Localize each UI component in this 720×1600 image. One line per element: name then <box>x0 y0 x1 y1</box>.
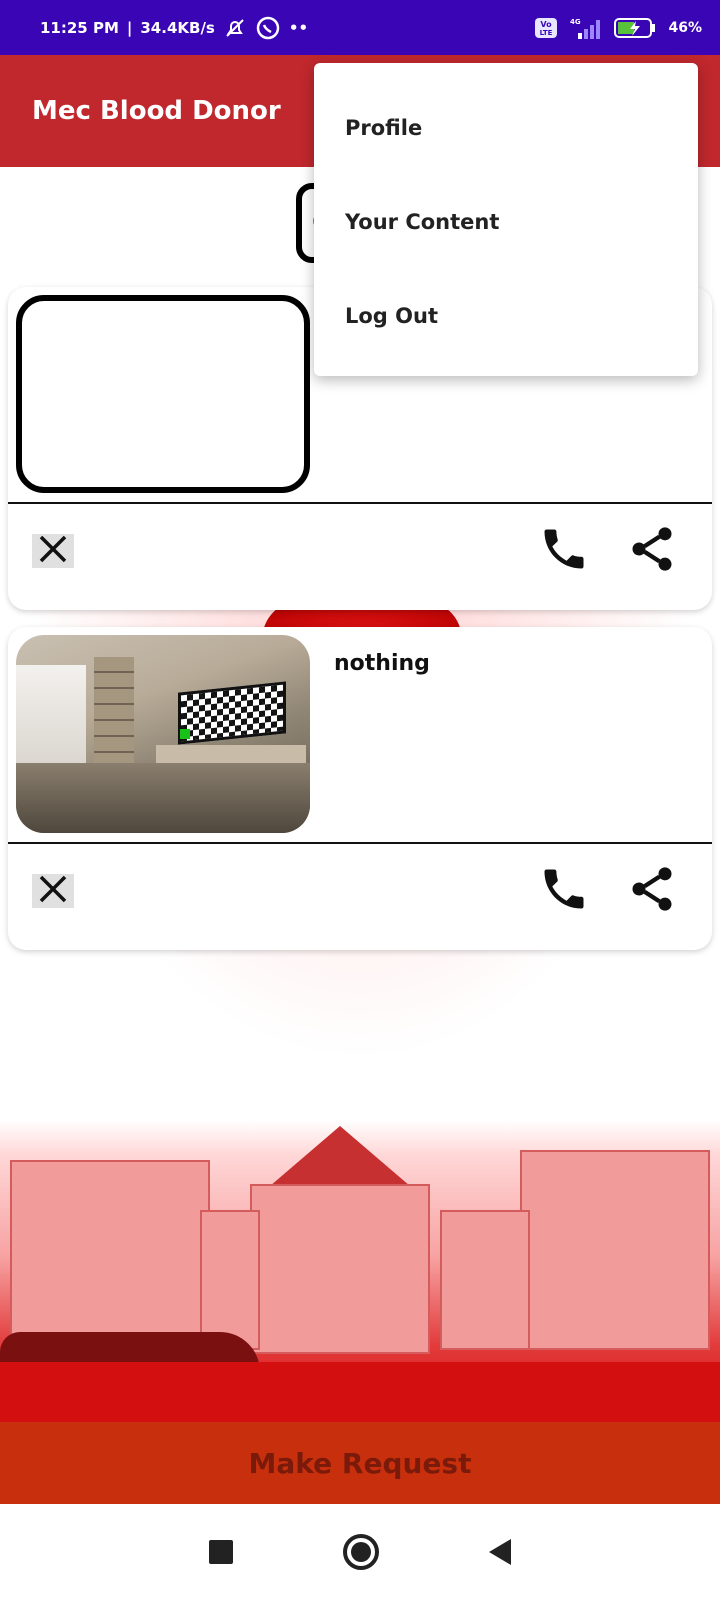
card-divider <box>8 842 712 844</box>
mute-bell-icon <box>223 16 247 40</box>
make-request-label: Make Request <box>248 1446 472 1480</box>
menu-item-label: Profile <box>345 116 423 140</box>
card-divider <box>8 502 712 504</box>
room-floor <box>16 763 310 833</box>
campus-left-wing <box>200 1210 260 1350</box>
room-window <box>16 665 86 775</box>
campus-center-building <box>250 1184 430 1354</box>
menu-item-log-out[interactable]: Log Out <box>314 269 698 363</box>
menu-item-label: Your Content <box>345 210 500 234</box>
card-description: nothing <box>334 651 430 676</box>
room-shelf <box>94 657 134 767</box>
campus-right-building <box>520 1150 710 1350</box>
share-icon <box>626 867 678 919</box>
status-speed: 34.4KB/s <box>140 18 215 37</box>
battery-icon <box>614 17 658 39</box>
menu-item-label: Log Out <box>345 304 438 328</box>
volte-icon: Vo LTE <box>534 17 558 39</box>
status-bar: 11:25 PM | 34.4KB/s •• Vo LTE 4G 46% <box>0 0 720 55</box>
home-icon[interactable] <box>343 1534 379 1570</box>
back-icon[interactable] <box>489 1539 511 1565</box>
more-dots-icon: •• <box>288 18 309 37</box>
campus-background-image <box>0 1120 720 1422</box>
make-request-button[interactable]: Make Request <box>0 1422 720 1504</box>
room-photo <box>16 635 310 833</box>
campus-roof <box>270 1126 410 1186</box>
campus-left-building <box>10 1160 210 1350</box>
card-image-placeholder <box>16 295 310 493</box>
svg-text:4G: 4G <box>570 18 581 26</box>
share-button[interactable] <box>626 523 678 575</box>
menu-item-profile[interactable]: Profile <box>314 81 698 175</box>
recents-icon[interactable] <box>209 1540 233 1564</box>
svg-text:LTE: LTE <box>540 29 553 37</box>
menu-item-your-content[interactable]: Your Content <box>314 175 698 269</box>
room-tv <box>178 681 286 745</box>
share-button[interactable] <box>626 863 678 915</box>
overflow-menu: Profile Your Content Log Out <box>314 63 698 376</box>
close-icon <box>38 874 68 908</box>
svg-text:Vo: Vo <box>541 20 553 29</box>
phone-icon <box>538 529 590 579</box>
campus-right-wing <box>440 1210 530 1350</box>
home-icon-dot <box>351 1542 371 1562</box>
close-icon <box>38 534 68 568</box>
battery-percent: 46% <box>668 19 702 36</box>
call-button[interactable] <box>538 523 590 575</box>
call-button[interactable] <box>538 863 590 915</box>
whatsapp-icon <box>255 15 281 41</box>
room-led <box>180 729 190 739</box>
share-icon <box>626 527 678 579</box>
signal-icon: 4G <box>568 16 604 40</box>
close-button[interactable] <box>32 534 74 568</box>
status-separator: | <box>126 18 133 37</box>
system-nav-bar <box>0 1504 720 1600</box>
status-time: 11:25 PM <box>40 18 119 37</box>
close-button[interactable] <box>32 874 74 908</box>
phone-icon <box>538 869 590 919</box>
card-image <box>16 635 310 833</box>
campus-ground <box>0 1362 720 1422</box>
request-card[interactable]: nothing <box>8 627 712 950</box>
app-title: Mec Blood Donor <box>32 96 281 126</box>
